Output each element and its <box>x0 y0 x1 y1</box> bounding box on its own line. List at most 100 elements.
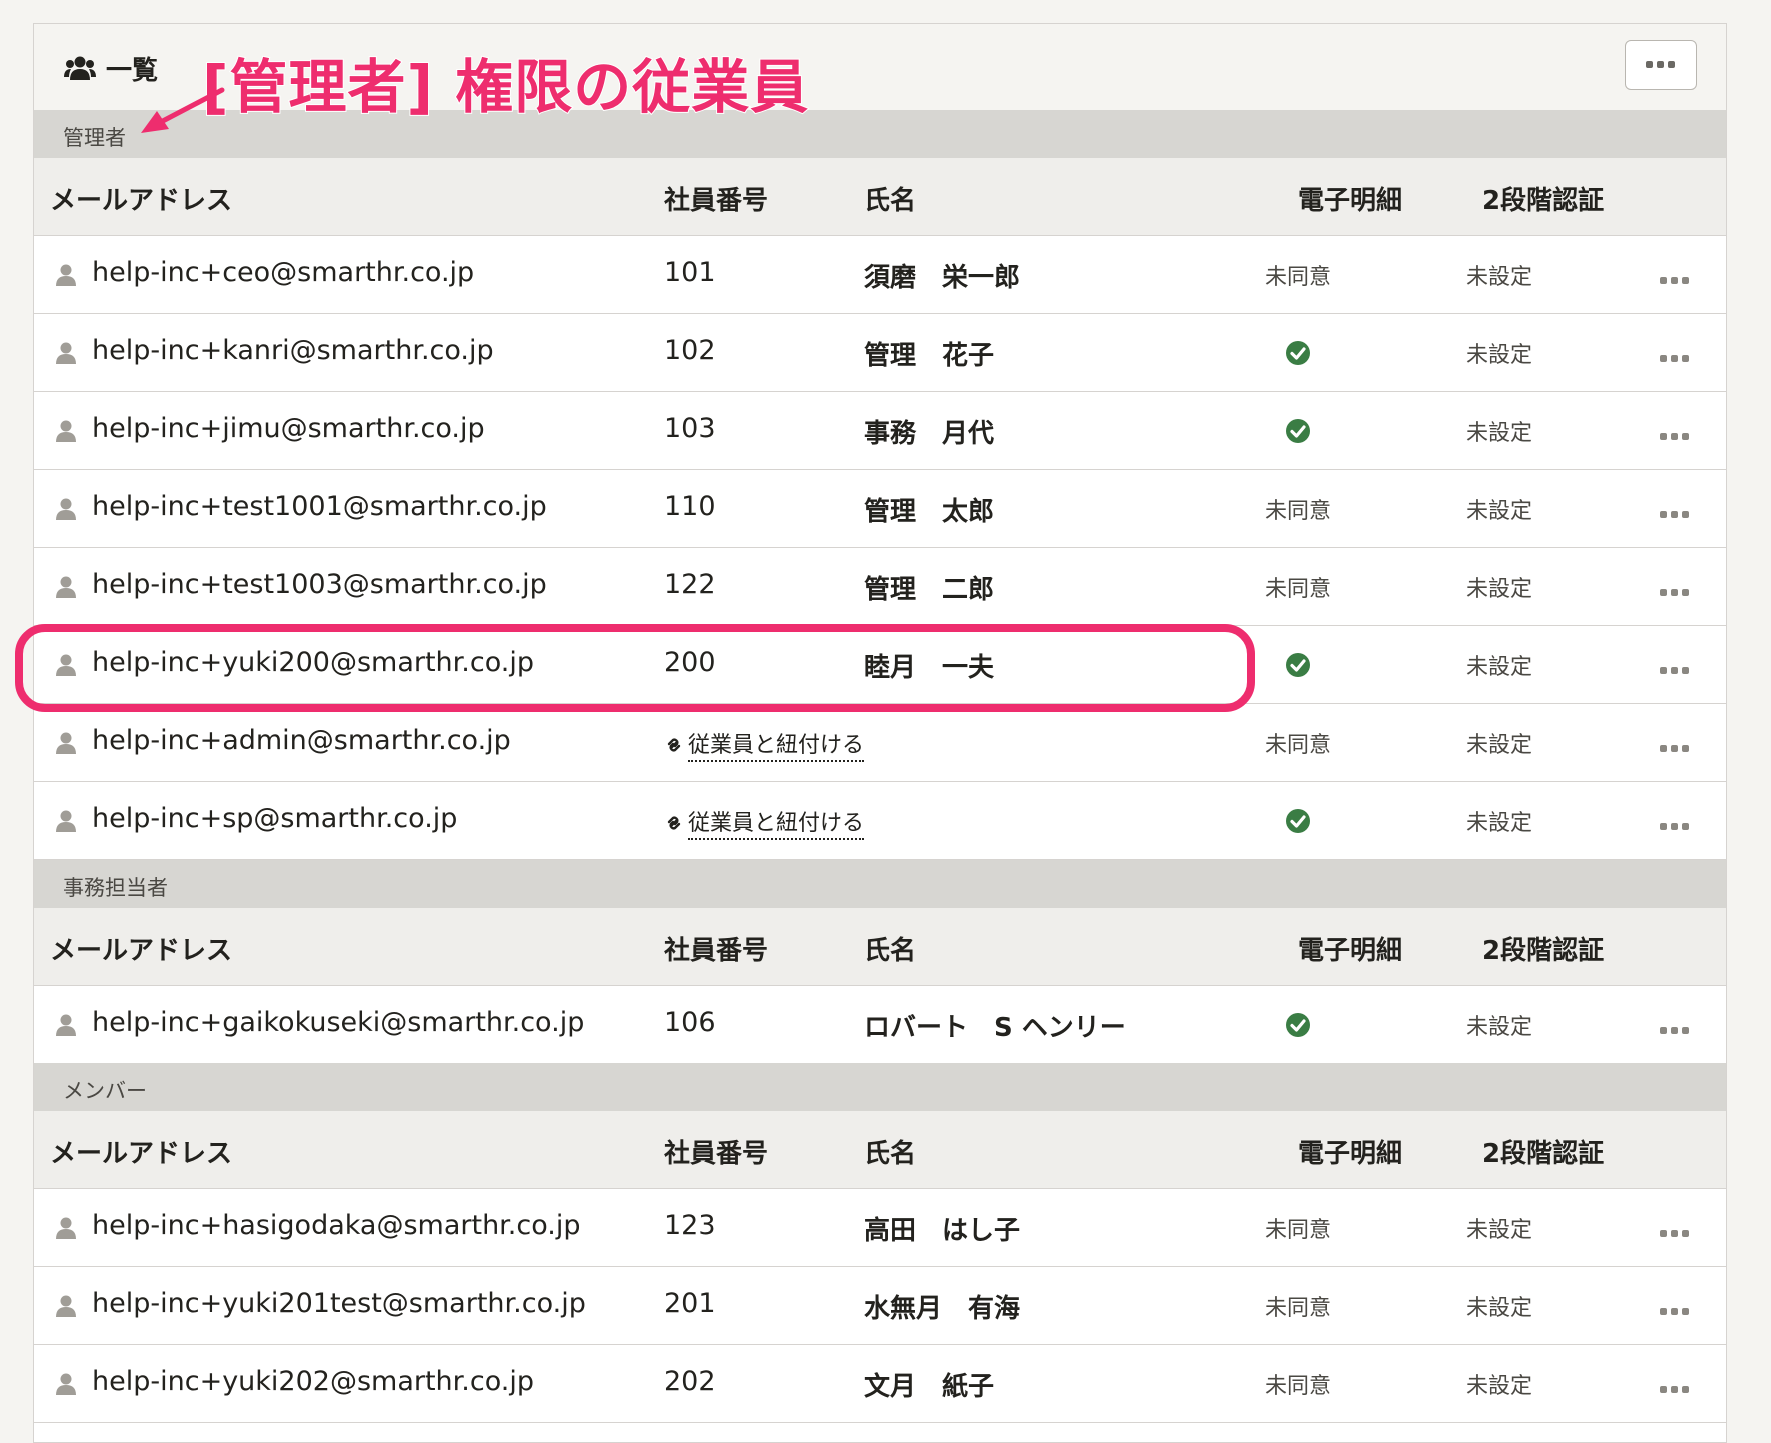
ellipsis-icon <box>1660 277 1689 284</box>
person-icon <box>56 420 76 442</box>
annotation-label: [管理者] 権限の従業員 <box>201 52 810 122</box>
link-employee-button[interactable]: 従業員と紐付ける <box>664 727 865 762</box>
table-row[interactable]: help-inc+ceo@smarthr.co.jp 101 須磨 栄一郎 未同意 未設… <box>34 236 1726 314</box>
person-icon <box>56 264 76 286</box>
row-menu-button[interactable] <box>1660 816 1690 835</box>
table-row[interactable]: help-inc+kanri@smarthr.co.jp 102 管理 花子 未設定 <box>34 314 1726 392</box>
ellipsis-icon <box>1660 433 1689 440</box>
esign-status: 未同意 <box>1264 499 1331 524</box>
row-menu-button[interactable] <box>1660 1301 1690 1320</box>
person-icon-wrap <box>56 498 76 524</box>
column-header-row: メールアドレス 社員番号 氏名 電子明細 2段階認証 <box>34 158 1726 236</box>
table-row[interactable]: help-inc+admin@smarthr.co.jp 従業員と紐付ける 未同意 未… <box>34 704 1726 782</box>
row-menu-button[interactable] <box>1660 660 1690 679</box>
person-icon-wrap <box>56 810 76 836</box>
email-cell: help-inc+sp@smarthr.co.jp <box>92 803 458 834</box>
row-menu-button[interactable] <box>1660 1223 1690 1242</box>
row-menu-button[interactable] <box>1660 582 1690 601</box>
table-row[interactable]: help-inc+sp@smarthr.co.jp 従業員と紐付ける 未設定 <box>34 782 1726 860</box>
twofa-status: 未設定 <box>1465 1218 1532 1243</box>
person-icon <box>56 1217 76 1239</box>
ellipsis-icon <box>1660 355 1689 362</box>
column-header-employee-no: 社員番号 <box>664 186 769 216</box>
person-icon-wrap <box>56 1014 76 1040</box>
twofa-status: 未設定 <box>1465 1015 1532 1040</box>
person-icon <box>56 1014 76 1036</box>
ellipsis-icon <box>1660 1308 1689 1315</box>
employee-number-cell: 202 <box>664 1366 716 1397</box>
check-circle-icon <box>1286 653 1310 677</box>
email-cell: help-inc+test1001@smarthr.co.jp <box>92 491 547 522</box>
column-header-name: 氏名 <box>864 1139 917 1169</box>
ellipsis-icon <box>1660 745 1689 752</box>
admin-list-panel: 一覧 管理者 メールアドレス 社員番号 氏名 電子明細 2段階認証 help-inc+ceo… <box>33 23 1727 1443</box>
name-cell: 高田 はし子 <box>864 1216 1021 1246</box>
table-row[interactable]: help-inc+gaikokuseki@smarthr.co.jp 106 ロバー… <box>34 986 1726 1064</box>
row-menu-button[interactable] <box>1660 1020 1690 1039</box>
section-header: 事務担当者 <box>34 860 1726 908</box>
email-cell: help-inc+jimu@smarthr.co.jp <box>92 413 485 444</box>
check-circle-icon <box>1286 809 1310 833</box>
column-header-row: メールアドレス 社員番号 氏名 電子明細 2段階認証 <box>34 1111 1726 1189</box>
ellipsis-icon <box>1660 667 1689 674</box>
column-header-row: メールアドレス 社員番号 氏名 電子明細 2段階認証 <box>34 908 1726 986</box>
name-cell: 事務 月代 <box>864 419 995 449</box>
column-header-email: メールアドレス <box>50 936 233 966</box>
column-header-twofa: 2段階認証 <box>1482 1139 1605 1169</box>
column-header-employee-no: 社員番号 <box>664 936 769 966</box>
employee-number-cell: 201 <box>664 1288 716 1319</box>
twofa-status: 未設定 <box>1465 811 1532 836</box>
employee-number-cell: 102 <box>664 335 716 366</box>
link-employee-label: 従業員と紐付ける <box>688 727 865 762</box>
employee-number-cell: 110 <box>664 491 716 522</box>
esign-status: 未同意 <box>1264 577 1331 602</box>
table-row[interactable]: help-inc+hasigodaka@smarthr.co.jp 123 高田 は… <box>34 1189 1726 1267</box>
twofa-status: 未設定 <box>1465 265 1532 290</box>
person-icon-wrap <box>56 1295 76 1321</box>
twofa-status: 未設定 <box>1465 733 1532 758</box>
highlight-frame <box>15 624 1255 712</box>
row-menu-button[interactable] <box>1660 426 1690 445</box>
ellipsis-icon <box>1660 823 1689 830</box>
row-menu-button[interactable] <box>1660 738 1690 757</box>
row-menu-button[interactable] <box>1660 504 1690 523</box>
link-employee-button[interactable]: 従業員と紐付ける <box>664 805 865 840</box>
twofa-status: 未設定 <box>1465 499 1532 524</box>
ellipsis-icon <box>1646 61 1675 68</box>
name-cell: 管理 二郎 <box>864 575 995 605</box>
employee-number-cell: 122 <box>664 569 716 600</box>
table-row[interactable]: help-inc+jimu@smarthr.co.jp 103 事務 月代 未設定 <box>34 392 1726 470</box>
twofa-status: 未設定 <box>1465 577 1532 602</box>
check-circle-icon <box>1286 1013 1310 1037</box>
table-row[interactable]: help-inc+yuki202@smarthr.co.jp 202 文月 紙子 未同… <box>34 1345 1726 1423</box>
esign-status: 未同意 <box>1264 1218 1331 1243</box>
column-header-esign: 電子明細 <box>1298 186 1403 216</box>
row-menu-button[interactable] <box>1660 270 1690 289</box>
person-icon <box>56 342 76 364</box>
name-cell: 管理 花子 <box>864 341 995 371</box>
person-icon <box>56 576 76 598</box>
name-cell: 須磨 栄一郎 <box>864 263 1021 293</box>
panel-title-label: 一覧 <box>106 55 159 86</box>
table-row[interactable]: help-inc+test1001@smarthr.co.jp 110 管理 太郎 未… <box>34 470 1726 548</box>
person-icon-wrap <box>56 420 76 446</box>
email-cell: help-inc+hasigodaka@smarthr.co.jp <box>92 1210 581 1241</box>
person-icon-wrap <box>56 576 76 602</box>
email-cell: help-inc+admin@smarthr.co.jp <box>92 725 511 756</box>
table-row[interactable]: help-inc+test1003@smarthr.co.jp 122 管理 二郎 未… <box>34 548 1726 626</box>
table-row[interactable]: help-inc+yuki201test@smarthr.co.jp 201 水無月… <box>34 1267 1726 1345</box>
column-header-esign: 電子明細 <box>1298 936 1403 966</box>
email-cell: help-inc+ceo@smarthr.co.jp <box>92 257 475 288</box>
section-title: 事務担当者 <box>63 876 168 900</box>
panel-menu-button[interactable] <box>1625 40 1697 90</box>
users-icon <box>64 56 96 80</box>
person-icon-wrap <box>56 732 76 758</box>
row-menu-button[interactable] <box>1660 1379 1690 1398</box>
person-icon-wrap <box>56 264 76 290</box>
person-icon <box>56 1295 76 1317</box>
ellipsis-icon <box>1660 589 1689 596</box>
column-header-email: メールアドレス <box>50 1139 233 1169</box>
ellipsis-icon <box>1660 1027 1689 1034</box>
esign-status: 未同意 <box>1264 733 1331 758</box>
row-menu-button[interactable] <box>1660 348 1690 367</box>
